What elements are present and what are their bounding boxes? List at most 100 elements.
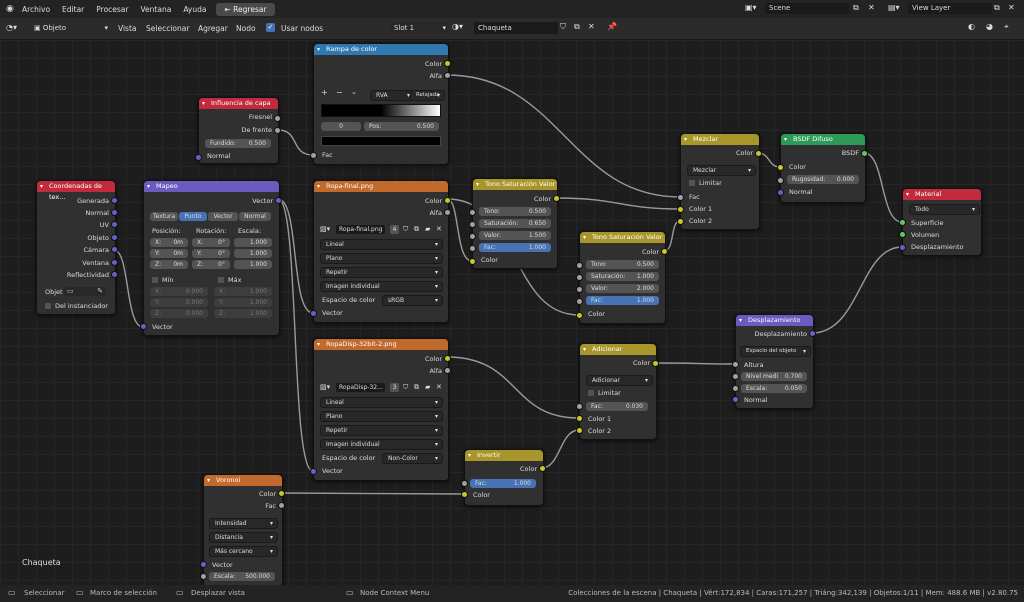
interpolation-dropdown[interactable]: Lineal xyxy=(320,239,443,250)
ramp-gradient[interactable] xyxy=(321,104,441,117)
location-x-field[interactable]: X: 0m xyxy=(150,238,188,247)
hue-field[interactable]: Tono: 0.500 xyxy=(586,260,659,269)
interpolation-dropdown[interactable]: Lineal xyxy=(320,397,443,408)
socket-in[interactable] xyxy=(576,427,583,434)
scale-z-field[interactable]: 1.000 xyxy=(234,260,272,269)
socket-out[interactable] xyxy=(444,367,451,374)
menu-procesar[interactable]: Procesar xyxy=(90,5,134,14)
menu-ventana[interactable]: Ventana xyxy=(135,5,178,14)
distance-dropdown[interactable]: Distancia xyxy=(209,532,278,543)
texture-coordinate-node[interactable]: Coordenadas de tex... Generada Normal UV… xyxy=(36,180,116,315)
space-dropdown[interactable]: Espacio del objeto xyxy=(740,346,811,357)
socket-in[interactable] xyxy=(310,468,317,475)
mapping-node[interactable]: Mapeo Vector Textura Punto Vector Normal… xyxy=(143,180,280,336)
node-header[interactable]: Mapeo xyxy=(144,181,279,192)
from-instancer-checkbox[interactable] xyxy=(45,303,51,309)
new-view-layer-icon[interactable]: ⧉ xyxy=(994,3,1000,13)
image-texture-node-disp[interactable]: RopaDisp-32bit-2.png Color Alfa ▨▾ RopaD… xyxy=(313,338,449,481)
node-header[interactable]: Invertir xyxy=(465,450,543,461)
menu-vista[interactable]: Vista xyxy=(112,24,143,33)
socket-in[interactable] xyxy=(461,491,468,498)
fac-field[interactable]: Fac: 1.000 xyxy=(470,479,536,488)
slot-dropdown[interactable]: Slot 1 ▾ xyxy=(390,22,449,34)
node-header[interactable]: Ropa-final.png xyxy=(314,181,448,192)
socket-in[interactable] xyxy=(732,396,739,403)
object-picker-field[interactable]: ▭ ✎ xyxy=(64,287,106,296)
node-header[interactable]: Rampa de color xyxy=(314,44,448,55)
stop-index-field[interactable]: 0 xyxy=(321,122,361,131)
fake-user-icon[interactable]: ⛉ xyxy=(403,225,408,234)
saturation-field[interactable]: Saturación: 0.650 xyxy=(479,219,551,228)
menu-archivo[interactable]: Archivo xyxy=(16,5,56,14)
scale-field[interactable]: Escala: 500.000 xyxy=(209,572,275,581)
location-z-field[interactable]: Z: 0m xyxy=(150,260,188,269)
socket-out[interactable] xyxy=(539,465,546,472)
blend-mode-dropdown[interactable]: Adicionar xyxy=(586,375,653,386)
mix-rgb-node[interactable]: Mezclar Color Mezclar Limitar Fac Color … xyxy=(680,133,760,230)
mode-dropdown[interactable]: ▣ Objeto ▾ xyxy=(34,22,110,34)
socket-in[interactable] xyxy=(469,245,476,252)
rotation-z-field[interactable]: Z: 0° xyxy=(192,260,230,269)
displacement-node[interactable]: Desplazamiento Desplazamiento Espacio de… xyxy=(735,314,814,409)
node-header[interactable]: Material xyxy=(903,189,981,200)
image-selector[interactable]: ▨▾ RopaDisp-32... 3 ⛉ ⧉ ▰ ✕ xyxy=(320,383,442,393)
projection-dropdown[interactable]: Plano xyxy=(320,411,443,422)
blend-field[interactable]: Fundido: 0.500 xyxy=(205,139,271,148)
socket-out[interactable] xyxy=(661,248,668,255)
saturation-field[interactable]: Saturación: 1.000 xyxy=(586,272,659,281)
open-image-icon[interactable]: ▰ xyxy=(425,225,430,233)
socket-out[interactable] xyxy=(111,197,118,204)
source-dropdown[interactable]: Imagen individual xyxy=(320,439,443,450)
color-space-dropdown[interactable]: Non-Color xyxy=(382,453,443,464)
socket-out[interactable] xyxy=(444,355,451,362)
socket-in[interactable] xyxy=(469,233,476,240)
socket-out[interactable] xyxy=(444,197,451,204)
material-browse-icon[interactable]: ◑▾ xyxy=(452,22,463,31)
socket-in[interactable] xyxy=(576,298,583,305)
socket-in[interactable] xyxy=(777,189,784,196)
socket-in[interactable] xyxy=(576,415,583,422)
unlink-image-icon[interactable]: ✕ xyxy=(436,383,442,391)
overlay-icon[interactable]: ◐ xyxy=(968,22,975,31)
invert-node[interactable]: Invertir Color Fac:1.000 Color xyxy=(464,449,544,506)
scale-y-field[interactable]: 1.000 xyxy=(234,249,272,258)
socket-in[interactable] xyxy=(732,361,739,368)
socket-out[interactable] xyxy=(111,209,118,216)
socket-out[interactable] xyxy=(444,60,451,67)
menu-ayuda[interactable]: Ayuda xyxy=(177,5,212,14)
socket-in[interactable] xyxy=(469,209,476,216)
socket-in[interactable] xyxy=(677,206,684,213)
socket-out[interactable] xyxy=(275,197,282,204)
add-rgb-node[interactable]: Adicionar Color Adicionar Limitar Fac:0.… xyxy=(579,343,657,440)
image-name-field[interactable]: RopaDisp-32... xyxy=(336,383,385,392)
eyedropper-icon[interactable]: ✎ xyxy=(97,287,103,295)
socket-in[interactable] xyxy=(469,221,476,228)
max-checkbox[interactable] xyxy=(218,277,224,283)
node-header[interactable]: Tono Saturación Valor xyxy=(473,179,557,190)
node-header[interactable]: Adicionar xyxy=(580,344,656,355)
socket-in[interactable] xyxy=(732,373,739,380)
socket-out[interactable] xyxy=(111,221,118,228)
layer-weight-node[interactable]: Influencia de capa Fresnel De frente Fun… xyxy=(198,97,279,164)
image-name-field[interactable]: Ropa-final.png xyxy=(336,225,385,234)
editor-type-icon[interactable]: ◔▾ xyxy=(6,23,17,32)
socket-in[interactable] xyxy=(777,164,784,171)
scale-field[interactable]: Escala: 0.050 xyxy=(741,384,807,393)
snap-icon[interactable]: ⌖ xyxy=(1004,22,1009,32)
add-stop-icon[interactable]: + xyxy=(321,88,328,97)
socket-out[interactable] xyxy=(278,502,285,509)
socket-out[interactable] xyxy=(809,330,816,337)
material-name-field[interactable]: Chaqueta xyxy=(474,22,558,34)
image-users-count[interactable]: 4 xyxy=(390,225,399,234)
value-field[interactable]: Valor: 1.500 xyxy=(479,231,551,240)
node-header[interactable]: BSDF Difuso xyxy=(781,134,865,145)
new-image-icon[interactable]: ⧉ xyxy=(414,225,419,234)
node-header[interactable]: Desplazamiento xyxy=(736,315,813,326)
socket-out[interactable] xyxy=(755,150,762,157)
image-browse-icon[interactable]: ▨▾ xyxy=(320,225,330,233)
socket-out[interactable] xyxy=(274,115,281,122)
node-header[interactable]: Coordenadas de tex... xyxy=(37,181,115,201)
socket-in[interactable] xyxy=(899,231,906,238)
socket-in[interactable] xyxy=(777,177,784,184)
image-texture-node-ropa[interactable]: Ropa-final.png Color Alfa ▨▾ Ropa-final.… xyxy=(313,180,449,323)
